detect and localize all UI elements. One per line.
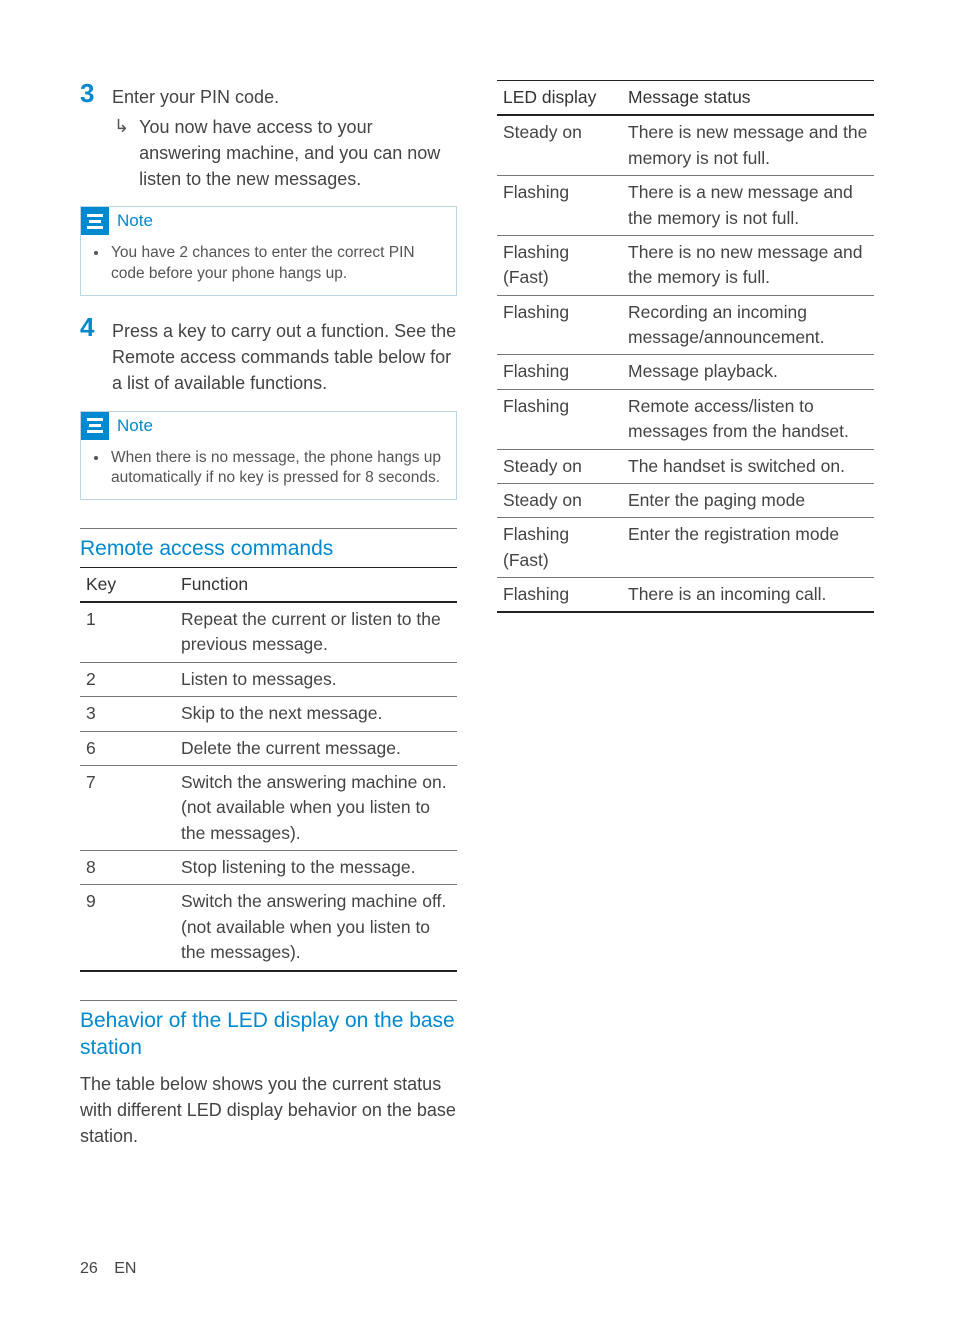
note-box-1: Note You have 2 chances to enter the cor…	[80, 206, 457, 296]
arrow-icon: ↳	[114, 114, 129, 192]
remote-commands-table: Key Function 1Repeat the current or list…	[80, 567, 457, 972]
cell-func: Skip to the next message.	[175, 697, 457, 731]
right-column: LED display Message status Steady onTher…	[497, 80, 874, 1149]
col-key: Key	[80, 567, 175, 602]
cell-led: Steady on	[497, 115, 622, 175]
note-header: Note	[81, 412, 456, 440]
step-body: Press a key to carry out a function. See…	[112, 314, 457, 396]
table-row: FlashingRemote access/listen to messages…	[497, 389, 874, 449]
note-icon	[81, 207, 109, 235]
note-body: When there is no message, the phone hang…	[81, 440, 456, 500]
table-row: Steady onThere is new message and the me…	[497, 115, 874, 175]
cell-key: 1	[80, 602, 175, 662]
behavior-intro: The table below shows you the current st…	[80, 1071, 457, 1149]
cell-key: 9	[80, 885, 175, 971]
page-content: 3 Enter your PIN code. ↳ You now have ac…	[0, 0, 954, 1189]
table-row: Flashing (Fast)There is no new message a…	[497, 235, 874, 295]
cell-status: There is new message and the memory is n…	[622, 115, 874, 175]
step-number: 4	[80, 314, 98, 396]
cell-led: Flashing (Fast)	[497, 518, 622, 578]
cell-func: Listen to messages.	[175, 662, 457, 696]
note-text: When there is no message, the phone hang…	[109, 448, 444, 490]
cell-func: Stop listening to the message.	[175, 851, 457, 885]
col-function: Function	[175, 567, 457, 602]
table-row: FlashingThere is a new message and the m…	[497, 176, 874, 236]
step-result-text: You now have access to your answering ma…	[139, 114, 457, 192]
cell-func: Switch the answering machine on. (not av…	[175, 765, 457, 850]
cell-status: There is no new message and the memory i…	[622, 235, 874, 295]
cell-status: Enter the registration mode	[622, 518, 874, 578]
cell-key: 3	[80, 697, 175, 731]
cell-led: Flashing	[497, 389, 622, 449]
cell-status: There is a new message and the memory is…	[622, 176, 874, 236]
cell-status: Remote access/listen to messages from th…	[622, 389, 874, 449]
note-title: Note	[117, 211, 153, 231]
cell-status: Recording an incoming message/announceme…	[622, 295, 874, 355]
note-box-2: Note When there is no message, the phone…	[80, 411, 457, 501]
step-4: 4 Press a key to carry out a function. S…	[80, 314, 457, 396]
table-row: 1Repeat the current or listen to the pre…	[80, 602, 457, 662]
table-row: Flashing (Fast)Enter the registration mo…	[497, 518, 874, 578]
cell-key: 7	[80, 765, 175, 850]
table-row: FlashingRecording an incoming message/an…	[497, 295, 874, 355]
cell-status: Enter the paging mode	[622, 483, 874, 517]
table-row: Steady onEnter the paging mode	[497, 483, 874, 517]
section-title-behavior: Behavior of the LED display on the base …	[80, 1000, 457, 1062]
cell-status: Message playback.	[622, 355, 874, 389]
note-header: Note	[81, 207, 456, 235]
col-led: LED display	[497, 81, 622, 116]
note-body: You have 2 chances to enter the correct …	[81, 235, 456, 295]
cell-led: Flashing	[497, 578, 622, 613]
led-table: LED display Message status Steady onTher…	[497, 80, 874, 613]
step-result: ↳ You now have access to your answering …	[112, 114, 457, 192]
step-text: Press a key to carry out a function. See…	[112, 318, 457, 396]
cell-func: Delete the current message.	[175, 731, 457, 765]
note-icon	[81, 412, 109, 440]
table-row: 7Switch the answering machine on. (not a…	[80, 765, 457, 850]
note-text: You have 2 chances to enter the correct …	[109, 243, 444, 285]
page-number: 26	[80, 1260, 98, 1277]
cell-func: Switch the answering machine off. (not a…	[175, 885, 457, 971]
cell-led: Steady on	[497, 483, 622, 517]
cell-status: The handset is switched on.	[622, 449, 874, 483]
step-number: 3	[80, 80, 98, 192]
page-lang: EN	[114, 1260, 136, 1277]
cell-key: 2	[80, 662, 175, 696]
table-row: Steady onThe handset is switched on.	[497, 449, 874, 483]
cell-led: Flashing	[497, 176, 622, 236]
cell-key: 6	[80, 731, 175, 765]
table-row: 6Delete the current message.	[80, 731, 457, 765]
table-row: 9Switch the answering machine off. (not …	[80, 885, 457, 971]
section-title-remote: Remote access commands	[80, 528, 457, 562]
page-footer: 26 EN	[80, 1260, 136, 1278]
cell-status: There is an incoming call.	[622, 578, 874, 613]
step-text: Enter your PIN code.	[112, 84, 457, 110]
cell-led: Flashing (Fast)	[497, 235, 622, 295]
cell-key: 8	[80, 851, 175, 885]
table-row: 8Stop listening to the message.	[80, 851, 457, 885]
cell-led: Steady on	[497, 449, 622, 483]
left-column: 3 Enter your PIN code. ↳ You now have ac…	[80, 80, 457, 1149]
col-status: Message status	[622, 81, 874, 116]
step-body: Enter your PIN code. ↳ You now have acce…	[112, 80, 457, 192]
cell-func: Repeat the current or listen to the prev…	[175, 602, 457, 662]
table-row: 2Listen to messages.	[80, 662, 457, 696]
cell-led: Flashing	[497, 355, 622, 389]
cell-led: Flashing	[497, 295, 622, 355]
table-row: FlashingThere is an incoming call.	[497, 578, 874, 613]
table-row: 3Skip to the next message.	[80, 697, 457, 731]
step-3: 3 Enter your PIN code. ↳ You now have ac…	[80, 80, 457, 192]
table-row: FlashingMessage playback.	[497, 355, 874, 389]
note-title: Note	[117, 416, 153, 436]
